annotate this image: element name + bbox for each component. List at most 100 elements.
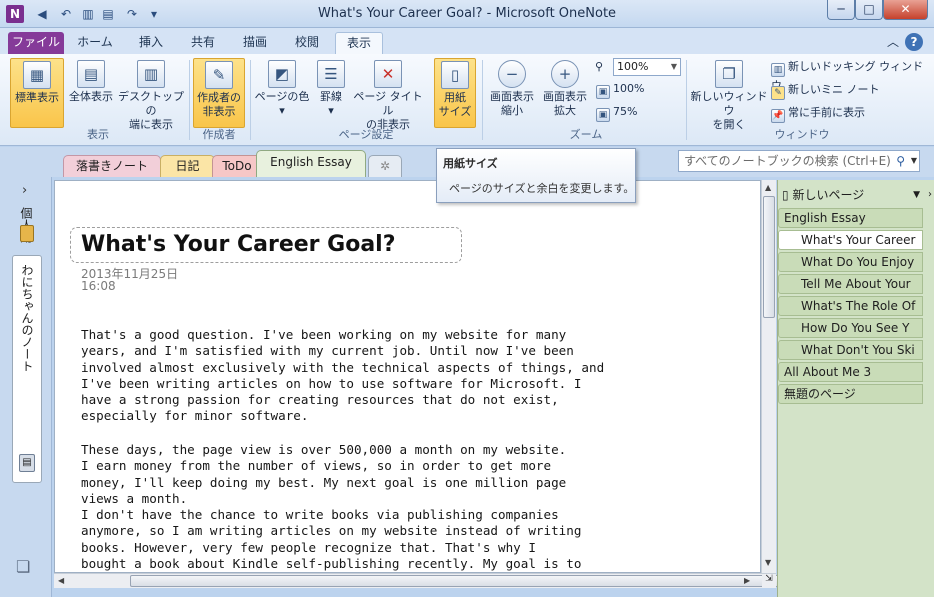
maximize-button[interactable]: □	[855, 0, 883, 20]
chevron-right-icon[interactable]: ›	[928, 185, 932, 205]
section-tab-english-essay[interactable]: English Essay	[256, 150, 366, 177]
note-paragraph-2[interactable]: These days, the page view is over 500,00…	[81, 442, 582, 572]
page-color-icon: ◩	[268, 60, 296, 88]
scroll-down-icon[interactable]: ▼	[765, 558, 771, 567]
pin-icon: 📌	[771, 109, 785, 123]
rule-lines-button[interactable]: ☰ 罫線 ▾	[314, 58, 348, 128]
minimize-button[interactable]: ─	[827, 0, 855, 20]
expand-notebook-pane-icon[interactable]: ›	[22, 183, 27, 198]
vertical-scroll-thumb[interactable]	[763, 196, 775, 318]
hide-page-title-button[interactable]: ✕ ページ タイトル の非表示	[350, 58, 426, 131]
zoom-out-button[interactable]: − 画面表示 縮小	[486, 58, 538, 128]
zoom-out-icon: −	[498, 60, 526, 88]
chevron-down-icon[interactable]: ▼	[911, 151, 917, 171]
collapse-ribbon-icon[interactable]: ︿	[886, 32, 900, 54]
search-placeholder: すべてのノートブックの検索 (Ctrl+E)	[684, 154, 891, 168]
page-list-item[interactable]: 無題のページ	[778, 384, 923, 404]
group-label-window: ウィンドウ	[774, 128, 830, 141]
help-icon[interactable]: ?	[905, 33, 923, 51]
paper-size-icon: ▯	[441, 61, 469, 89]
search-input[interactable]: すべてのノートブックの検索 (Ctrl+E) ⚲ ▼	[678, 150, 920, 172]
text-line: especially for minor software.	[81, 408, 309, 424]
page-list-item[interactable]: What Don't You Ski	[778, 340, 923, 360]
mini-note-icon: ✎	[771, 86, 785, 100]
rule-lines-icon: ☰	[317, 60, 345, 88]
horizontal-scrollbar[interactable]: ◀ ▶	[54, 573, 802, 588]
tab-share[interactable]: 共有	[180, 32, 226, 54]
page-tabs-pane: ▯ 新しいページ ▼ › English Essay What's Your Ca…	[777, 180, 934, 597]
ribbon: ▦ 標準表示 ▤ 全体表示 ▥ デスクトップの 端に表示 表示 ✎ 作成者の 非…	[0, 54, 934, 146]
section-tab-scratch[interactable]: 落書きノート	[63, 155, 161, 177]
text-line: books. However, very few people recogniz…	[81, 539, 536, 555]
scroll-left-icon[interactable]: ◀	[58, 576, 64, 585]
tab-home[interactable]: ホーム	[70, 32, 120, 54]
search-icon[interactable]: ⚲	[896, 151, 905, 171]
full-page-view-button[interactable]: ▤ 全体表示	[66, 58, 116, 128]
group-separator	[189, 60, 190, 140]
notebook-wani-label: わにちゃんのノート	[20, 264, 34, 372]
horizontal-scroll-thumb[interactable]	[130, 575, 802, 587]
window-title: What's Your Career Goal? - Microsoft One…	[317, 6, 617, 21]
zoom-combobox[interactable]: 100% ▼	[613, 58, 681, 76]
zoom-75-button[interactable]: ▣ 75%	[596, 103, 637, 122]
text-line: views a month.	[81, 490, 188, 506]
new-docked-window-button[interactable]: ▥新しいドッキング ウィンドウ	[771, 58, 934, 92]
page-list-item[interactable]: All About Me 3	[778, 362, 923, 382]
text-line: bought a book about Kindle self-publishi…	[81, 556, 582, 572]
page-title[interactable]: What's Your Career Goal?	[81, 232, 396, 257]
vertical-scrollbar[interactable]: ▲ ▼	[761, 180, 776, 573]
zoom-100-button[interactable]: ▣ 100%	[596, 80, 644, 99]
new-page-button[interactable]: ▯ 新しいページ ▼ ›	[782, 185, 932, 205]
group-label-author: 作成者	[202, 128, 236, 141]
page-corner-icon[interactable]: ⇲	[762, 574, 776, 588]
page-color-button[interactable]: ◩ ページの色 ▾	[252, 58, 312, 128]
zoom-in-icon: +	[551, 60, 579, 88]
group-separator	[250, 60, 251, 140]
normal-view-button[interactable]: ▦ 標準表示	[10, 58, 64, 128]
notebook-personal-icon[interactable]	[20, 225, 34, 242]
text-line: These days, the page view is over 500,00…	[81, 442, 567, 457]
tab-draw[interactable]: 描画	[232, 32, 278, 54]
tab-review[interactable]: 校閲	[284, 32, 330, 54]
tooltip-title: 用紙サイズ	[443, 157, 498, 170]
page-title-container[interactable]: What's Your Career Goal?	[70, 227, 462, 263]
notebook-stack-icon[interactable]: ❏	[16, 557, 30, 576]
section-tab-diary[interactable]: 日記	[160, 155, 215, 177]
new-page-icon: ▯	[782, 188, 789, 202]
dock-to-desktop-button[interactable]: ▥ デスクトップの 端に表示	[118, 58, 184, 131]
zoom-in-button[interactable]: + 画面表示 拡大	[539, 58, 591, 128]
add-section-icon[interactable]: ✲	[368, 155, 402, 177]
note-paragraph-1[interactable]: That's a good question. I've been workin…	[81, 327, 604, 425]
new-mini-note-button[interactable]: ✎ 新しいミニ ノート	[771, 81, 880, 100]
notebook-wani[interactable]: わにちゃんのノート ▤	[12, 255, 42, 483]
group-separator	[482, 60, 483, 140]
text-line: That's a good question. I've been workin…	[81, 327, 567, 342]
page-list-item[interactable]: What's Your Career	[778, 230, 923, 250]
full-page-view-icon: ▤	[77, 60, 105, 88]
close-button[interactable]: ✕	[883, 0, 928, 20]
hide-authors-button[interactable]: ✎ 作成者の 非表示	[193, 58, 245, 128]
page-list-item[interactable]: How Do You See Y	[778, 318, 923, 338]
page-list-item[interactable]: English Essay	[778, 208, 923, 228]
scroll-up-icon[interactable]: ▲	[765, 183, 771, 192]
chevron-down-icon[interactable]: ▼	[913, 185, 920, 205]
tab-view[interactable]: 表示	[335, 32, 383, 54]
notebook-icon: ▤	[19, 454, 35, 472]
section-tab-todo[interactable]: ToDo	[212, 155, 262, 177]
dropdown-arrow-icon: ▾	[279, 104, 285, 117]
new-window-icon: ❐	[715, 60, 743, 88]
group-label-page-setup: ページ設定	[338, 128, 394, 141]
page-list-item[interactable]: Tell Me About Your	[778, 274, 923, 294]
paper-size-button[interactable]: ▯ 用紙 サイズ	[434, 58, 476, 128]
tab-insert[interactable]: 挿入	[126, 32, 176, 54]
scroll-right-icon[interactable]: ▶	[744, 576, 750, 585]
page-canvas[interactable]: What's Your Career Goal? 2013年11月25日 16:…	[54, 180, 761, 573]
page-list-item[interactable]: What Do You Enjoy	[778, 252, 923, 272]
new-window-button[interactable]: ❐ 新しいウィンドウ を開く	[690, 58, 768, 131]
page-list-item[interactable]: What's The Role Of	[778, 296, 923, 316]
hide-page-title-icon: ✕	[374, 60, 402, 88]
title-bar: N ◀ ↶ ▥ ▤ ↷ ▾ What's Your Career Goal? -…	[0, 0, 934, 28]
always-on-top-button[interactable]: 📌 常に手前に表示	[771, 104, 865, 123]
dock-to-desktop-icon: ▥	[137, 60, 165, 88]
tab-file[interactable]: ファイル	[8, 32, 64, 54]
